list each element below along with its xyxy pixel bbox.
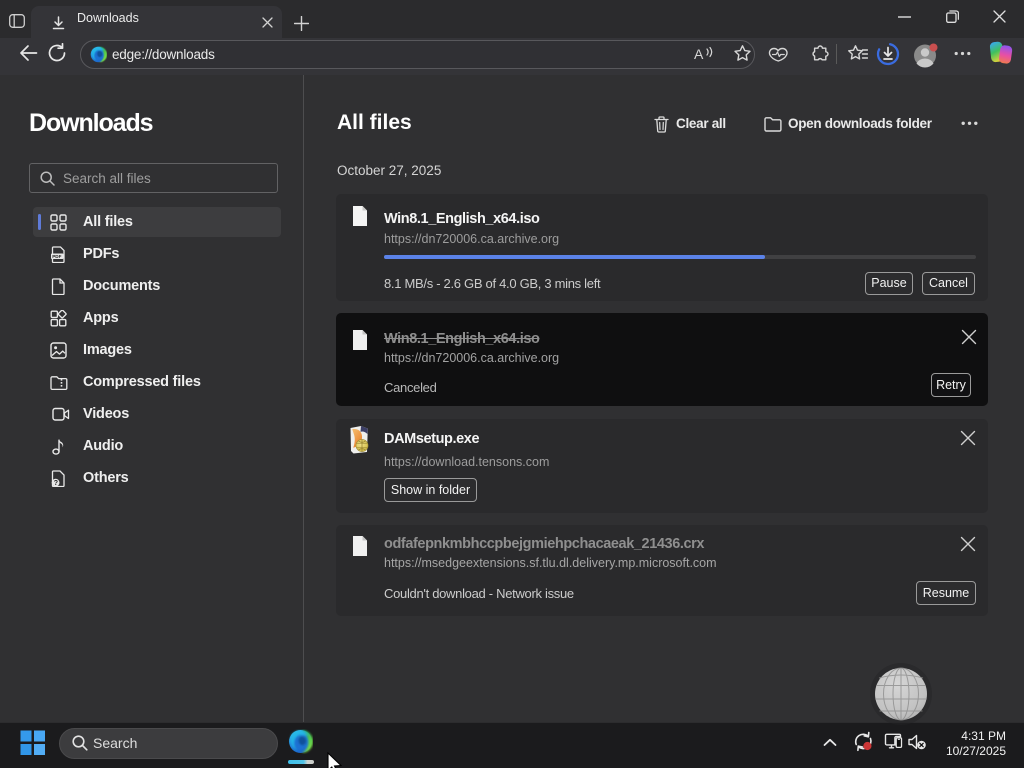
svg-text:A: A [694,46,704,62]
svg-text:?: ? [54,480,58,487]
svg-text:PDF: PDF [52,254,61,259]
